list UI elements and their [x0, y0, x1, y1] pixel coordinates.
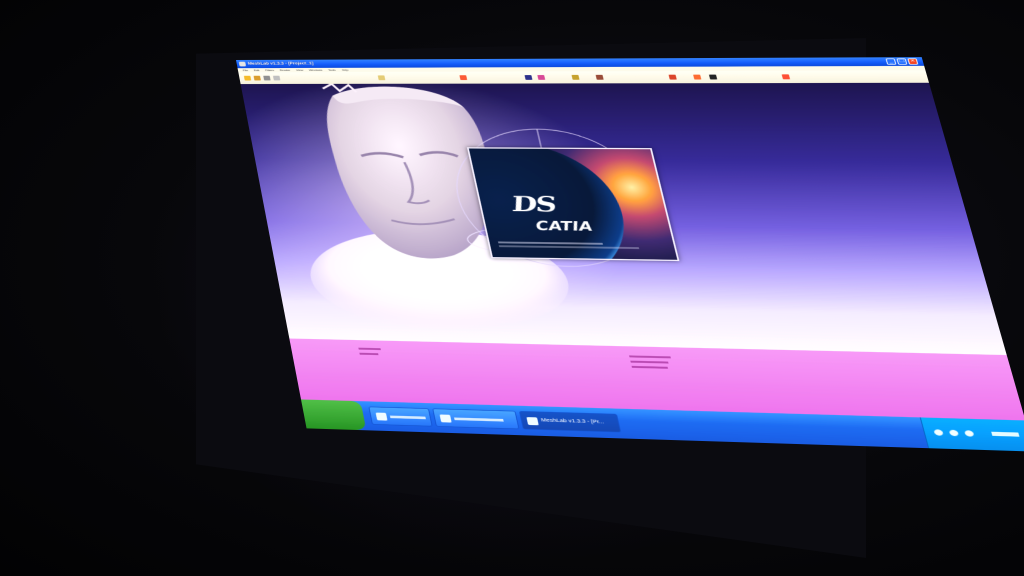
status-info-left-1 [358, 347, 381, 351]
volume-icon[interactable] [948, 429, 960, 437]
maximize-button[interactable]: □ [896, 57, 908, 65]
security-icon[interactable] [964, 430, 975, 437]
catia-splash: DS CATIA [466, 147, 680, 262]
open-icon[interactable] [243, 75, 252, 81]
app-icon [238, 61, 247, 67]
3d-viewport[interactable]: DS CATIA [240, 82, 1007, 356]
close-button[interactable]: × [907, 57, 919, 65]
minimize-button[interactable]: _ [885, 57, 897, 65]
taskbar-item-1-label [389, 415, 426, 420]
start-button[interactable] [301, 399, 367, 431]
taskbar-item-1[interactable] [368, 406, 433, 427]
color-icon[interactable] [524, 75, 533, 80]
taskbar-item-meshlab-label: MeshLab v1.3.3 - [Pr... [540, 418, 605, 425]
browser-icon [439, 414, 452, 423]
render-mode-icon[interactable] [571, 74, 580, 80]
taskbar-item-meshlab[interactable]: MeshLab v1.3.3 - [Pr... [518, 410, 622, 433]
close-icon: × [909, 57, 916, 64]
system-tray [919, 417, 1024, 452]
paint-icon[interactable] [708, 74, 718, 80]
taskbar-item-2-label [454, 417, 504, 422]
status-info-center-3 [631, 365, 669, 369]
window-title: MeshLab v1.3.3 - [Project_1] [247, 62, 314, 66]
monitor-screen: MeshLab v1.3.3 - [Project_1] _ □ × File … [236, 57, 1024, 452]
layers-icon[interactable] [272, 75, 281, 81]
select-icon[interactable] [693, 74, 702, 80]
taskbar-item-2[interactable] [432, 408, 520, 430]
ds-logo: DS [509, 191, 559, 218]
folder-icon [375, 412, 388, 421]
maximize-icon: □ [898, 57, 905, 64]
pick-icon[interactable] [668, 74, 677, 80]
minimize-icon: _ [887, 57, 894, 64]
meshlab-icon [526, 417, 539, 426]
network-icon[interactable] [933, 429, 944, 436]
catia-logo: CATIA [534, 218, 595, 234]
status-info-center-2 [630, 360, 669, 364]
light-icon[interactable] [377, 75, 386, 81]
status-info-center-1 [629, 355, 671, 359]
tray-clock[interactable] [991, 431, 1020, 437]
measure-icon[interactable] [595, 74, 604, 80]
snapshot-icon[interactable] [263, 75, 271, 81]
rotate-icon[interactable] [459, 75, 468, 81]
align-icon[interactable] [781, 74, 791, 80]
texture-icon[interactable] [537, 75, 546, 80]
save-icon[interactable] [253, 75, 261, 81]
status-info-left-2 [359, 352, 379, 356]
